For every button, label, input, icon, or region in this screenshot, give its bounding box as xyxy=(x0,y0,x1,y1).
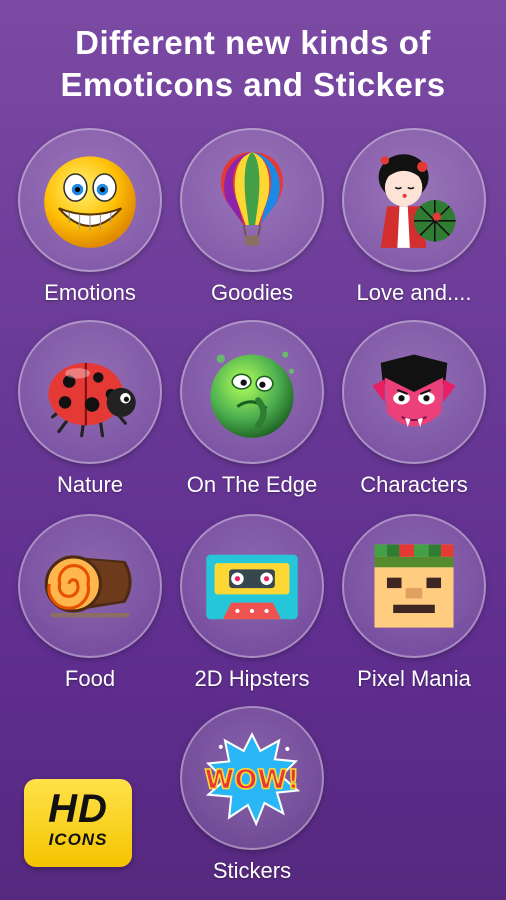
vampire-face-icon xyxy=(372,354,456,428)
category-label: Pixel Mania xyxy=(357,666,471,691)
category-stickers[interactable]: WOW! Stickers xyxy=(178,706,326,884)
category-stickers-button[interactable]: WOW! xyxy=(180,706,324,850)
category-nature-button[interactable] xyxy=(18,320,162,464)
category-emotions[interactable]: Emotions xyxy=(16,128,164,306)
category-label: 2D Hipsters xyxy=(194,666,310,691)
hd-icons-badge: HD ICONS xyxy=(24,779,132,867)
category-label: Nature xyxy=(56,472,124,497)
category-label: Stickers xyxy=(212,858,292,883)
category-food-button[interactable] xyxy=(18,514,162,658)
category-label: Emotions xyxy=(44,280,136,305)
category-2d-hipsters[interactable]: 2D Hipsters xyxy=(178,514,326,692)
badge-line-1: HD xyxy=(48,787,108,831)
category-characters[interactable]: Characters xyxy=(340,320,488,498)
hot-air-balloon-icon xyxy=(221,152,283,246)
category-characters-button[interactable] xyxy=(342,320,486,464)
cassette-tape-icon xyxy=(206,554,298,620)
category-on-the-edge-button[interactable] xyxy=(180,320,324,464)
category-label: Food xyxy=(64,666,116,691)
geisha-doll-icon xyxy=(378,154,456,248)
swiss-roll-icon xyxy=(44,555,132,618)
ladybug-icon xyxy=(48,362,136,438)
category-on-the-edge[interactable]: On The Edge xyxy=(178,320,326,498)
title-line-2: Emoticons and Stickers xyxy=(60,66,446,103)
title-line-1: Different new kinds of xyxy=(75,24,431,61)
category-label: Goodies xyxy=(211,280,293,305)
category-pixel-mania[interactable]: Pixel Mania xyxy=(340,514,488,692)
wow-sticker-icon: WOW! xyxy=(204,731,300,827)
svg-text:WOW!: WOW! xyxy=(205,764,300,795)
category-emotions-button[interactable] xyxy=(18,128,162,272)
category-goodies-button[interactable] xyxy=(180,128,324,272)
category-label: Characters xyxy=(360,472,468,497)
pixel-face-icon xyxy=(374,544,454,628)
category-goodies[interactable]: Goodies xyxy=(178,128,326,306)
category-love[interactable]: Love and.... xyxy=(340,128,488,306)
category-love-button[interactable] xyxy=(342,128,486,272)
category-2d-hipsters-button[interactable] xyxy=(180,514,324,658)
category-pixel-mania-button[interactable] xyxy=(342,514,486,658)
category-food[interactable]: Food xyxy=(16,514,164,692)
category-label: On The Edge xyxy=(186,472,318,497)
category-nature[interactable]: Nature xyxy=(16,320,164,498)
smiley-face-icon xyxy=(44,156,136,248)
green-blob-icon xyxy=(210,351,295,438)
badge-line-2: ICONS xyxy=(48,830,108,849)
page-title: Different new kinds of Emoticons and Sti… xyxy=(0,22,506,106)
category-label: Love and.... xyxy=(356,280,472,305)
